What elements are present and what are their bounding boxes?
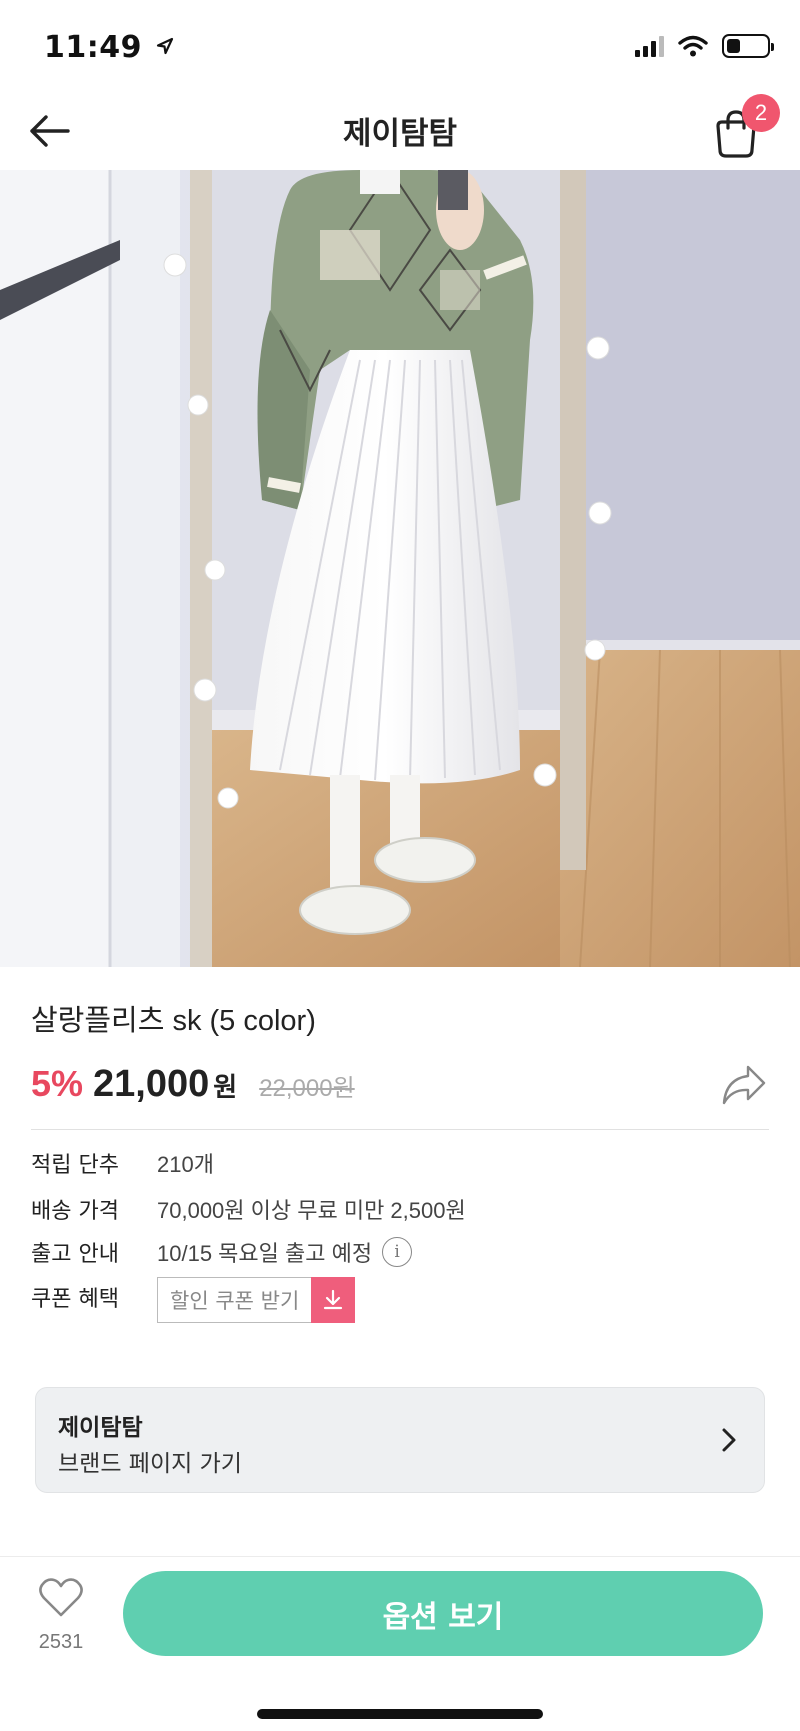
brand-name: 제이탐탐 xyxy=(58,1415,143,1441)
price-row: 5% 21,000 원 22,000원 xyxy=(31,1063,355,1106)
download-icon xyxy=(311,1277,356,1323)
info-value: 10/15 목요일 출고 예정 xyxy=(157,1241,373,1266)
coupon-button-label: 할인 쿠폰 받기 xyxy=(170,1289,300,1313)
info-value: 210개 xyxy=(157,1152,214,1177)
divider xyxy=(31,1129,769,1130)
info-label: 쿠폰 혜택 xyxy=(31,1287,119,1312)
product-name: 살랑플리츠 sk (5 color) xyxy=(31,1005,316,1037)
discount-rate: 5% xyxy=(31,1063,84,1104)
info-icon[interactable]: i xyxy=(382,1237,413,1267)
view-options-button[interactable]: 옵션 보기 xyxy=(123,1571,763,1656)
bottom-action-bar: 2531 옵션 보기 xyxy=(0,1556,800,1731)
status-bar: 11:49 xyxy=(0,0,800,90)
info-label: 배송 가격 xyxy=(31,1199,119,1224)
battery-icon xyxy=(722,34,774,58)
location-arrow-icon xyxy=(156,37,174,55)
original-price: 22,000원 xyxy=(259,1075,355,1102)
nav-bar: 제이탐탐 2 xyxy=(0,90,800,170)
chevron-right-icon xyxy=(722,1428,736,1452)
back-button[interactable] xyxy=(24,106,74,156)
product-photo xyxy=(0,170,800,967)
price-unit: 원 xyxy=(213,1073,238,1103)
home-indicator xyxy=(257,1709,543,1719)
sale-price: 21,000 xyxy=(93,1063,210,1105)
brand-page-link: 브랜드 페이지 가기 xyxy=(58,1451,242,1477)
like-count: 2531 xyxy=(38,1631,84,1653)
share-icon xyxy=(722,1065,766,1105)
wifi-icon xyxy=(678,35,708,57)
status-time: 11:49 xyxy=(44,30,175,65)
info-row-shipping: 배송 가격 70,000원 이상 무료 미만 2,500원 xyxy=(31,1193,466,1225)
cellular-signal-icon xyxy=(635,35,664,57)
heart-icon xyxy=(39,1578,83,1617)
info-label: 출고 안내 xyxy=(31,1242,119,1267)
coupon-download-button[interactable]: 할인 쿠폰 받기 xyxy=(157,1277,356,1323)
like-button[interactable]: 2531 xyxy=(28,1575,94,1665)
back-arrow-icon xyxy=(30,115,70,147)
brand-page-card[interactable]: 제이탐탐 브랜드 페이지 가기 xyxy=(35,1387,765,1493)
cart-button[interactable]: 2 xyxy=(710,94,780,162)
info-label: 적립 단추 xyxy=(31,1153,119,1178)
info-row-release: 출고 안내 10/15 목요일 출고 예정 i xyxy=(31,1236,413,1268)
share-button[interactable] xyxy=(720,1063,770,1109)
info-value: 70,000원 이상 무료 미만 2,500원 xyxy=(157,1198,466,1223)
info-row-coupon: 쿠폰 혜택 할인 쿠폰 받기 xyxy=(31,1277,356,1323)
product-image[interactable] xyxy=(0,170,800,967)
info-row-points: 적립 단추 210개 xyxy=(31,1147,214,1179)
cart-count-badge: 2 xyxy=(742,94,780,132)
page-title: 제이탐탐 xyxy=(342,116,458,152)
